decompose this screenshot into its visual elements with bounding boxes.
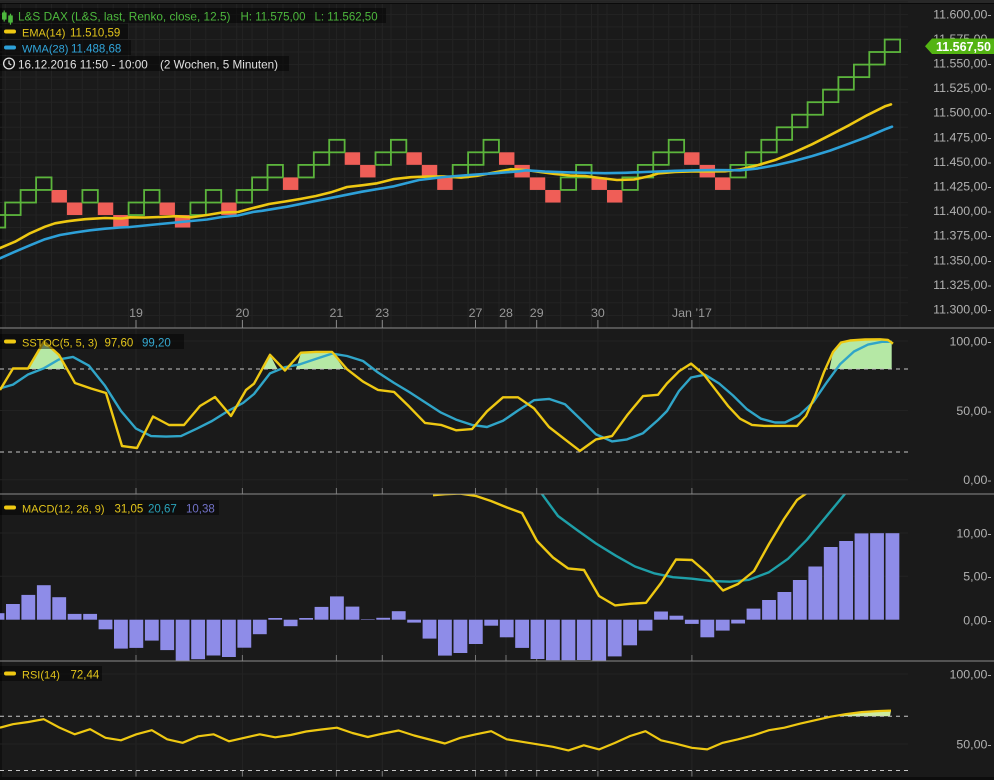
svg-text:30: 30 bbox=[591, 306, 605, 320]
svg-text:21: 21 bbox=[330, 306, 344, 320]
svg-text:99,20: 99,20 bbox=[142, 338, 171, 350]
svg-text:WMA(28): WMA(28) bbox=[22, 44, 68, 56]
svg-text:23: 23 bbox=[375, 306, 389, 320]
svg-text:27: 27 bbox=[469, 306, 483, 320]
svg-text:97,60: 97,60 bbox=[105, 338, 134, 350]
svg-text:(2 Wochen, 5 Minuten): (2 Wochen, 5 Minuten) bbox=[160, 59, 278, 72]
svg-text:11.425,00-: 11.425,00- bbox=[933, 180, 991, 194]
svg-text:20,67: 20,67 bbox=[148, 504, 177, 516]
svg-text:RSI(14): RSI(14) bbox=[22, 670, 60, 682]
svg-text:19: 19 bbox=[129, 306, 143, 320]
svg-text:11.550,00-: 11.550,00- bbox=[933, 57, 991, 71]
svg-text:72,44: 72,44 bbox=[71, 670, 100, 682]
svg-text:10,38: 10,38 bbox=[186, 504, 215, 516]
svg-text:11.450,00-: 11.450,00- bbox=[933, 155, 991, 169]
svg-text:MACD(12, 26, 9): MACD(12, 26, 9) bbox=[22, 504, 105, 516]
svg-text:L&S DAX (L&S, last, Renko, clo: L&S DAX (L&S, last, Renko, close, 12.5) bbox=[18, 10, 231, 24]
svg-text:Jan ’17: Jan ’17 bbox=[672, 306, 712, 320]
svg-text:11.475,00-: 11.475,00- bbox=[933, 130, 991, 144]
svg-text:L: 11.562,50: L: 11.562,50 bbox=[315, 12, 378, 24]
svg-text:11.488,68: 11.488,68 bbox=[71, 44, 121, 56]
svg-text:50,00-: 50,00- bbox=[956, 404, 991, 418]
svg-text:29: 29 bbox=[530, 306, 544, 320]
svg-text:11.400,00-: 11.400,00- bbox=[933, 204, 991, 218]
svg-text:EMA(14): EMA(14) bbox=[22, 28, 65, 40]
svg-text:11.510,59: 11.510,59 bbox=[70, 28, 120, 40]
svg-text:11.350,00-: 11.350,00- bbox=[933, 253, 991, 267]
svg-text:11.525,00-: 11.525,00- bbox=[933, 81, 991, 95]
svg-text:100,00-: 100,00- bbox=[949, 667, 991, 681]
svg-text:11.300,00-: 11.300,00- bbox=[933, 303, 991, 317]
svg-text:11.600,00-: 11.600,00- bbox=[933, 7, 991, 21]
svg-text:16.12.2016 11:50 - 10:00: 16.12.2016 11:50 - 10:00 bbox=[18, 59, 148, 72]
svg-text:11.567,50: 11.567,50 bbox=[936, 40, 991, 54]
svg-text:0,00-: 0,00- bbox=[963, 613, 991, 627]
svg-text:11.375,00-: 11.375,00- bbox=[933, 229, 991, 243]
svg-text:H: 11.575,00: H: 11.575,00 bbox=[241, 12, 306, 24]
svg-text:31,05: 31,05 bbox=[115, 504, 144, 516]
svg-text:SSTOC(5, 5, 3): SSTOC(5, 5, 3) bbox=[22, 338, 98, 350]
svg-text:0,00-: 0,00- bbox=[963, 473, 991, 487]
svg-text:5,00-: 5,00- bbox=[963, 570, 991, 584]
svg-text:100,00-: 100,00- bbox=[949, 334, 991, 348]
svg-text:11.325,00-: 11.325,00- bbox=[933, 278, 991, 292]
svg-text:20: 20 bbox=[236, 306, 250, 320]
svg-text:50,00-: 50,00- bbox=[956, 737, 991, 751]
svg-text:10,00-: 10,00- bbox=[956, 526, 991, 540]
svg-text:28: 28 bbox=[499, 306, 513, 320]
svg-text:11.500,00-: 11.500,00- bbox=[933, 106, 991, 120]
